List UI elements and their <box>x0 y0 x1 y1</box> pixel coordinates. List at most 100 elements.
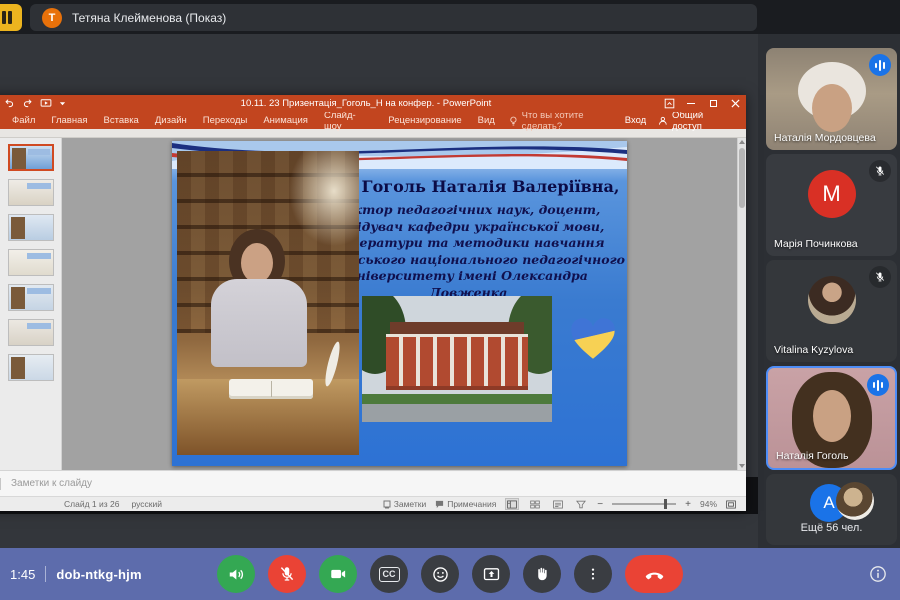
meet-window: Т Тетяна Клейменова (Показ) 10.11. 23 Пр… <box>0 0 900 600</box>
speaking-indicator-icon <box>867 374 889 396</box>
notes-pane[interactable]: ▾ Заметки к слайду <box>0 470 746 496</box>
reading-view-button[interactable] <box>551 498 565 510</box>
participant-name: Марія Починкова <box>774 238 858 250</box>
zoom-slider[interactable] <box>612 503 676 505</box>
meeting-details-button[interactable] <box>868 564 888 589</box>
undo-icon[interactable] <box>4 98 15 109</box>
lightbulb-icon <box>509 116 518 126</box>
restore-button[interactable] <box>702 95 724 112</box>
participant-tile[interactable]: Наталія Мордовцева <box>766 48 897 150</box>
slide-thumbnail-panel <box>0 138 62 470</box>
tab-design[interactable]: Дизайн <box>147 112 195 129</box>
participant-tile-active-speaker[interactable]: Наталія Гоголь <box>766 366 897 470</box>
reactions-button[interactable] <box>421 555 459 593</box>
language-indicator[interactable]: русский <box>131 499 162 509</box>
mic-off-icon <box>869 160 891 182</box>
tab-view[interactable]: Вид <box>470 112 503 129</box>
tab-review[interactable]: Рецензирование <box>380 112 469 129</box>
tab-slideshow[interactable]: Слайд-шоу <box>316 112 380 129</box>
speaking-indicator-icon <box>869 54 891 76</box>
participant-name: Наталія Мордовцева <box>774 132 876 144</box>
slide-thumbnail[interactable] <box>8 354 54 381</box>
speaker-button[interactable] <box>217 555 255 593</box>
powerpoint-window: 10.11. 23 Призентація_Гоголь_Н на конфер… <box>0 95 746 511</box>
avatar: М <box>808 170 856 218</box>
camera-icon <box>329 565 347 583</box>
call-controls: CC <box>217 555 683 593</box>
person-icon <box>658 116 668 126</box>
notes-icon <box>383 500 391 509</box>
sign-in-button[interactable]: Вход <box>625 115 647 126</box>
presentation-app-icon[interactable] <box>0 4 22 31</box>
share-label: Общий доступ <box>672 110 734 132</box>
end-call-button[interactable] <box>625 555 683 593</box>
mic-button-muted[interactable] <box>268 555 306 593</box>
slideshow-view-button[interactable] <box>574 498 588 510</box>
raise-hand-icon <box>533 565 551 583</box>
tell-me-box[interactable]: Что вы хотите сделать? <box>509 110 625 132</box>
avatar-photo <box>808 276 856 324</box>
info-icon <box>868 564 888 584</box>
slide-thumbnail[interactable] <box>8 284 54 311</box>
ukraine-flag-heart-icon <box>570 318 616 362</box>
present-screen-button[interactable] <box>472 555 510 593</box>
tab-home[interactable]: Главная <box>43 112 95 129</box>
start-slideshow-icon[interactable] <box>40 98 52 109</box>
participant-tile[interactable]: М Марія Починкова <box>766 154 897 256</box>
camera-button[interactable] <box>319 555 357 593</box>
normal-view-button[interactable] <box>505 498 519 510</box>
more-options-button[interactable] <box>574 555 612 593</box>
tab-insert[interactable]: Вставка <box>96 112 147 129</box>
window-controls <box>658 95 746 112</box>
redo-icon[interactable] <box>22 98 33 109</box>
raise-hand-button[interactable] <box>523 555 561 593</box>
participant-name: Vitalina Kyzylova <box>774 344 853 356</box>
speaker-icon <box>227 565 246 584</box>
more-options-icon <box>585 566 601 582</box>
ppt-status-bar: Слайд 1 из 26 русский Заметки Примечания <box>0 496 746 511</box>
vertical-scrollbar[interactable] <box>737 138 746 470</box>
more-participants-label: Ещё 56 чел. <box>766 522 897 534</box>
zoom-level[interactable]: 94% <box>700 499 717 509</box>
ppt-title-bar: 10.11. 23 Призентація_Гоголь_Н на конфер… <box>0 95 746 112</box>
clock-time: 1:45 <box>10 567 35 582</box>
slide-thumbnail[interactable] <box>8 144 54 171</box>
portrait-photo <box>177 151 359 455</box>
comments-toggle[interactable]: Примечания <box>435 499 496 509</box>
slide-canvas: Гоголь Наталія Валеріївна, доктор педаго… <box>62 138 737 470</box>
fit-to-window-icon[interactable] <box>726 500 736 509</box>
slide-thumbnail[interactable] <box>8 179 54 206</box>
participant-name: Наталія Гоголь <box>776 450 848 462</box>
slide-thumbnail[interactable] <box>8 319 54 346</box>
meeting-code: dob-ntkg-hjm <box>56 567 141 582</box>
customize-qat-caret-icon[interactable] <box>59 100 66 107</box>
tab-file[interactable]: Файл <box>4 112 43 129</box>
end-call-icon <box>644 564 665 585</box>
slide-thumbnail[interactable] <box>8 214 54 241</box>
close-button[interactable] <box>724 95 746 112</box>
slide-thumbnail[interactable] <box>8 249 54 276</box>
avatar-photo <box>836 482 874 520</box>
share-button[interactable]: Общий доступ <box>658 110 734 132</box>
ribbon-options-icon[interactable] <box>658 95 680 112</box>
zoom-in-button[interactable]: + <box>685 499 691 510</box>
tab-transitions[interactable]: Переходы <box>195 112 256 129</box>
captions-button[interactable]: CC <box>370 555 408 593</box>
presenter-pill[interactable]: Т Тетяна Клейменова (Показ) <box>30 4 757 31</box>
presenter-avatar: Т <box>42 8 62 28</box>
comment-icon <box>435 500 444 509</box>
slide-sorter-view-button[interactable] <box>528 498 542 510</box>
mic-off-icon <box>278 565 296 583</box>
quick-access-toolbar <box>0 98 66 109</box>
zoom-out-button[interactable]: − <box>597 499 603 510</box>
notes-collapse-icon[interactable]: ▾ <box>0 478 1 490</box>
notes-toggle[interactable]: Заметки <box>383 499 427 509</box>
ppt-window-title: 10.11. 23 Призентація_Гоголь_Н на конфер… <box>0 98 746 109</box>
participant-tile[interactable]: Vitalina Kyzylova <box>766 260 897 362</box>
present-screen-icon <box>482 565 501 584</box>
more-participants-tile[interactable]: A Ещё 56 чел. <box>766 474 897 545</box>
tab-animations[interactable]: Анимация <box>255 112 316 129</box>
captions-icon: CC <box>379 567 400 582</box>
current-slide[interactable]: Гоголь Наталія Валеріївна, доктор педаго… <box>172 141 627 466</box>
minimize-button[interactable] <box>680 95 702 112</box>
